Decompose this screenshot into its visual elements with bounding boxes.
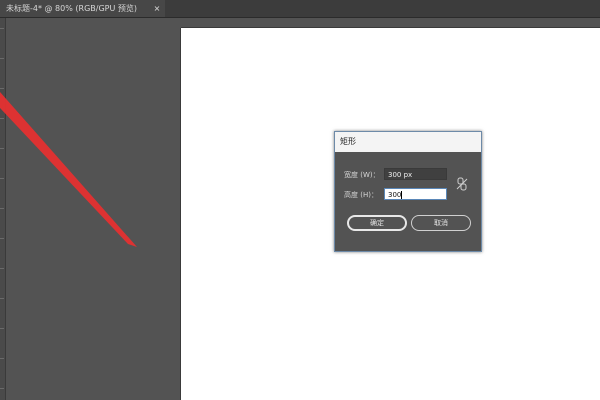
illustrator-window: 未标题-4* @ 80% (RGB/GPU 预览) × 矩形 宽度 (W)： 3… xyxy=(0,0,600,400)
height-label: 高度 (H)： xyxy=(344,191,378,199)
chain-link-icon[interactable] xyxy=(456,177,468,191)
height-value: 300 xyxy=(388,191,402,199)
rectangle-dialog: 矩形 宽度 (W)： 300 px 高度 (H)： 300 确定 取消 xyxy=(334,131,482,252)
cancel-button[interactable]: 取消 xyxy=(411,215,471,231)
dialog-title: 矩形 xyxy=(335,132,481,152)
ok-button[interactable]: 确定 xyxy=(347,215,407,231)
close-tab-icon[interactable]: × xyxy=(151,0,163,17)
width-input[interactable]: 300 px xyxy=(384,168,447,180)
text-caret xyxy=(401,191,403,199)
width-value: 300 px xyxy=(388,171,413,179)
document-tab-bar: 未标题-4* @ 80% (RGB/GPU 预览) × xyxy=(0,0,600,18)
height-input[interactable]: 300 xyxy=(384,188,447,200)
width-label: 宽度 (W)： xyxy=(344,171,380,179)
document-tab-title: 未标题-4* @ 80% (RGB/GPU 预览) xyxy=(6,4,137,13)
document-tab[interactable]: 未标题-4* @ 80% (RGB/GPU 预览) xyxy=(0,0,165,17)
